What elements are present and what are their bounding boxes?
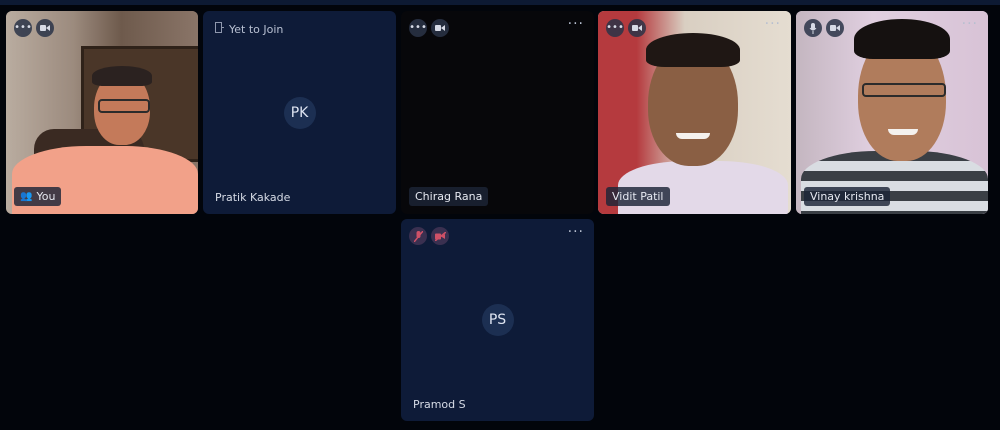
join-status: Yet to Join: [215, 22, 283, 36]
avatar: PS: [481, 304, 514, 336]
camera-icon[interactable]: [431, 19, 449, 37]
options-icon[interactable]: ···: [765, 17, 781, 31]
more-dots-icon[interactable]: •••: [14, 19, 32, 37]
participant-tile-vidit[interactable]: ••• ··· Vidit Patil: [598, 11, 791, 214]
person-hair: [854, 19, 950, 59]
tile-controls: •••: [606, 19, 646, 37]
options-icon[interactable]: ···: [568, 17, 584, 31]
camera-icon[interactable]: [36, 19, 54, 37]
person-glasses: [862, 83, 946, 97]
person-hair: [646, 33, 740, 67]
tile-controls: [409, 227, 449, 245]
tile-controls: •••: [14, 19, 54, 37]
camera-off-icon[interactable]: [431, 227, 449, 245]
microphone-muted-icon[interactable]: [409, 227, 427, 245]
participant-name-label: Chirag Rana: [409, 187, 489, 206]
user-icon: 👥: [20, 191, 33, 202]
avatar: PK: [283, 96, 316, 129]
door-icon: [215, 22, 224, 36]
participant-tile-you[interactable]: ••• 👥 You: [6, 11, 198, 214]
more-dots-icon[interactable]: •••: [409, 19, 427, 37]
participant-name-label: Vidit Patil: [606, 187, 670, 206]
microphone-icon[interactable]: [804, 19, 822, 37]
participant-tile-chirag[interactable]: ••• ··· Chirag Rana: [401, 11, 594, 214]
person-hair: [92, 66, 152, 86]
participant-tile-pratik[interactable]: Yet to Join PK Pratik Kakade: [203, 11, 396, 214]
top-bar: [0, 0, 1000, 5]
more-dots-icon[interactable]: •••: [606, 19, 624, 37]
person-smile: [888, 129, 918, 135]
options-icon[interactable]: ···: [568, 225, 584, 239]
options-icon[interactable]: ···: [962, 17, 978, 31]
participant-tile-vinay[interactable]: ··· Vinay krishna: [796, 11, 988, 214]
camera-icon[interactable]: [628, 19, 646, 37]
tile-controls: •••: [409, 19, 449, 37]
tile-controls: [804, 19, 844, 37]
participant-name-label: 👥 You: [14, 187, 62, 206]
person-smile: [676, 133, 710, 139]
camera-icon[interactable]: [826, 19, 844, 37]
participant-name-label: Pramod S: [413, 398, 466, 411]
participant-tile-pramod[interactable]: ··· PS Pramod S: [401, 219, 594, 421]
participant-name-label: Pratik Kakade: [215, 191, 291, 204]
person-glasses: [98, 99, 150, 113]
participant-name-label: Vinay krishna: [804, 187, 891, 206]
